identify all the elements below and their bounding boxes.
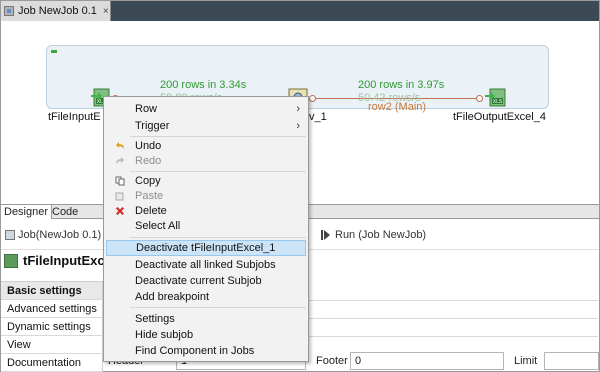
settings-list: Basic settings Advanced settings Dynamic…: [1, 281, 103, 372]
menu-item-undo[interactable]: Undo: [106, 138, 306, 154]
menu-item-find-component-label: Find Component in Jobs: [135, 345, 255, 357]
copy-icon: [115, 176, 125, 186]
menu-item-deactivate-current[interactable]: Deactivate current Subjob: [106, 273, 306, 289]
link2-stat: 200 rows in 3.97s: [358, 79, 445, 91]
panel-divider: [308, 300, 598, 301]
menu-item-redo: Redo: [106, 153, 306, 169]
menu-separator: [130, 237, 306, 238]
menu-item-undo-label: Undo: [135, 140, 162, 152]
menu-item-paste: Paste: [106, 188, 306, 204]
tab-job-newjob[interactable]: Job NewJob 0.1 ×: [1, 1, 111, 21]
menu-item-add-breakpoint-label: Add breakpoint: [135, 291, 209, 303]
settings-item-advanced[interactable]: Advanced settings: [1, 300, 103, 318]
job-breadcrumb-label: Job(NewJob 0.1): [18, 229, 102, 241]
menu-item-select-all[interactable]: Select All: [106, 218, 306, 234]
run-tab[interactable]: Run (Job NewJob): [321, 229, 426, 241]
menu-item-trigger-label: Trigger: [135, 120, 170, 132]
menu-item-find-component[interactable]: Find Component in Jobs: [106, 343, 306, 359]
menu-item-trigger[interactable]: Trigger ›: [106, 118, 306, 134]
menu-item-paste-label: Paste: [135, 190, 164, 202]
tab-title: Job NewJob 0.1: [18, 5, 97, 17]
paste-icon: [115, 192, 124, 201]
subjob-handle[interactable]: [51, 50, 57, 53]
menu-separator: [130, 307, 306, 308]
component-label-input: tFileInputE: [48, 111, 101, 123]
menu-item-copy-label: Copy: [135, 175, 161, 187]
limit-label: Limit: [514, 355, 538, 367]
menu-item-row[interactable]: Row ›: [106, 101, 306, 117]
menu-item-add-breakpoint[interactable]: Add breakpoint: [106, 289, 306, 305]
link2-name: row2 (Main): [368, 101, 427, 113]
settings-item-basic[interactable]: Basic settings: [1, 282, 103, 300]
panel-divider: [308, 318, 598, 319]
redo-icon: [116, 157, 124, 164]
component-title-text: tFileInputExce: [23, 253, 112, 268]
submenu-arrow-icon: ›: [296, 103, 300, 115]
submenu-arrow-icon: ›: [296, 120, 300, 132]
footer-field[interactable]: 0: [350, 352, 504, 370]
menu-item-select-all-label: Select All: [135, 220, 181, 232]
menu-item-settings[interactable]: Settings: [106, 311, 306, 327]
settings-item-dynamic[interactable]: Dynamic settings: [1, 318, 103, 336]
run-bar-icon: [321, 230, 323, 240]
tmap-output-connector[interactable]: [309, 95, 316, 102]
component-label-output: tFileOutputExcel_4: [453, 111, 546, 123]
tab-code[interactable]: Code: [49, 205, 81, 219]
menu-separator: [130, 171, 306, 172]
menu-item-deactivate[interactable]: Deactivate tFileInputExcel_1: [106, 240, 306, 256]
input-connector[interactable]: [476, 95, 483, 102]
menu-item-deactivate-linked[interactable]: Deactivate all linked Subjobs: [106, 257, 306, 273]
link1-stat: 200 rows in 3.34s: [160, 79, 247, 91]
job-icon: [4, 6, 14, 16]
context-menu: Row › Trigger › Undo Redo Copy Paste Del…: [103, 96, 309, 362]
job-small-icon: [5, 230, 15, 240]
menu-item-delete[interactable]: Delete: [106, 203, 306, 219]
menu-item-copy[interactable]: Copy: [106, 173, 306, 189]
svg-text:XLS: XLS: [493, 99, 503, 105]
menu-item-deactivate-current-label: Deactivate current Subjob: [135, 275, 262, 287]
component-title: tFileInputExce: [4, 253, 112, 268]
excel-output-icon[interactable]: XLS: [485, 86, 507, 108]
menu-item-row-label: Row: [135, 103, 158, 115]
menu-item-hide-subjob[interactable]: Hide subjob: [106, 327, 306, 343]
job-breadcrumb[interactable]: Job(NewJob 0.1): [5, 229, 101, 241]
menu-item-settings-label: Settings: [135, 313, 175, 325]
menu-item-deactivate-label: Deactivate tFileInputExcel_1: [136, 242, 276, 254]
settings-item-documentation[interactable]: Documentation: [1, 354, 103, 372]
menu-separator: [130, 136, 306, 137]
run-icon: [324, 230, 330, 240]
delete-icon: [116, 207, 124, 215]
menu-item-redo-label: Redo: [135, 155, 162, 167]
panel-divider: [308, 336, 598, 337]
undo-icon: [116, 142, 124, 149]
close-icon[interactable]: ×: [103, 6, 109, 17]
footer-label: Footer: [316, 355, 348, 367]
menu-item-delete-label: Delete: [135, 205, 167, 217]
settings-item-view[interactable]: View: [1, 336, 103, 354]
component-title-icon: [4, 253, 18, 268]
limit-field[interactable]: [544, 352, 599, 370]
editor-tab-bar: Job NewJob 0.1 ×: [1, 1, 599, 21]
menu-item-deactivate-linked-label: Deactivate all linked Subjobs: [135, 259, 276, 271]
tab-designer[interactable]: Designer: [1, 205, 53, 219]
run-tab-label: Run (Job NewJob): [335, 229, 427, 241]
menu-item-hide-subjob-label: Hide subjob: [135, 329, 194, 341]
component-label-tmap: v_1: [309, 111, 327, 123]
